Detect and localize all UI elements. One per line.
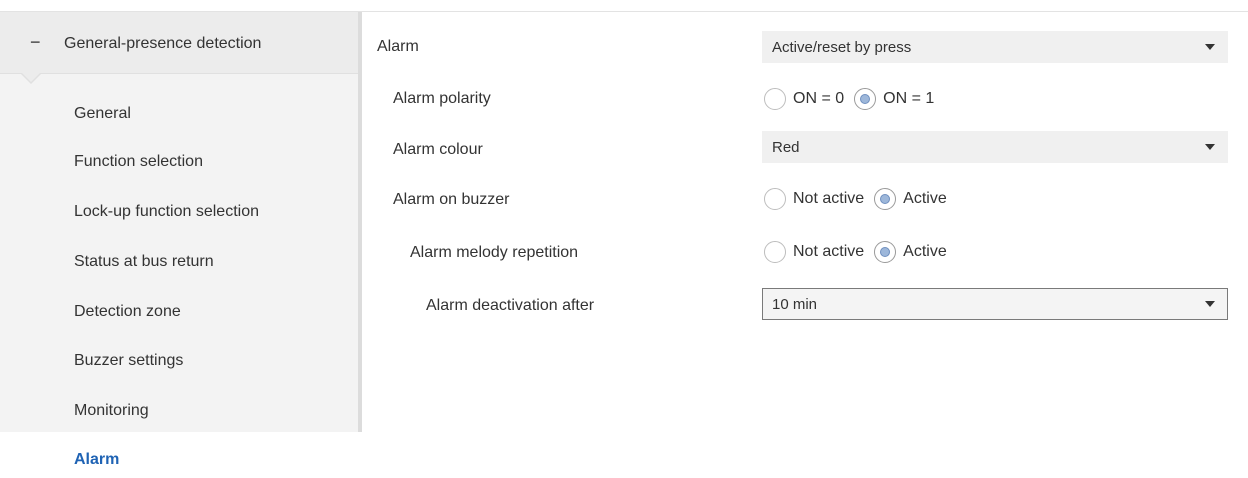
chevron-down-icon xyxy=(1205,44,1215,50)
alarm-polarity-label: Alarm polarity xyxy=(393,90,491,107)
radio-unchecked-icon[interactable] xyxy=(764,188,786,210)
radio-label: ON = 1 xyxy=(883,90,935,107)
sidebar-item-buzzer-settings[interactable]: Buzzer settings xyxy=(74,351,183,371)
radio-checked-icon[interactable] xyxy=(874,241,897,263)
sidebar: − General-presence detection General Fun… xyxy=(0,12,362,478)
radio-checked-icon[interactable] xyxy=(874,188,897,210)
alarm-on-buzzer-option-active[interactable]: Active xyxy=(874,188,947,210)
radio-checked-icon[interactable] xyxy=(854,88,877,110)
alarm-melody-repetition-label: Alarm melody repetition xyxy=(410,244,579,261)
sidebar-item-monitoring[interactable]: Monitoring xyxy=(74,401,149,421)
alarm-on-buzzer-label: Alarm on buzzer xyxy=(393,191,510,208)
alarm-polarity-radio-group: ON = 0 ON = 1 xyxy=(764,87,944,111)
alarm-melody-repetition-option-active[interactable]: Active xyxy=(874,241,947,263)
chevron-down-icon xyxy=(1205,144,1215,150)
sidebar-border xyxy=(358,12,362,432)
top-divider xyxy=(0,0,1248,12)
sidebar-item-alarm[interactable]: Alarm xyxy=(74,450,119,470)
collapse-icon[interactable]: − xyxy=(30,32,41,52)
alarm-polarity-option-on-0[interactable]: ON = 0 xyxy=(764,88,844,110)
alarm-colour-dropdown-value: Red xyxy=(772,139,800,156)
alarm-deactivation-after-dropdown[interactable]: 10 min xyxy=(762,288,1228,320)
radio-label: Active xyxy=(903,190,947,207)
alarm-on-buzzer-option-not-active[interactable]: Not active xyxy=(764,188,864,210)
alarm-colour-label: Alarm colour xyxy=(393,141,483,158)
radio-label: Active xyxy=(903,243,947,260)
alarm-deactivation-after-label: Alarm deactivation after xyxy=(426,297,595,314)
radio-label: Not active xyxy=(793,190,865,207)
sidebar-active-background xyxy=(0,432,362,478)
radio-unchecked-icon[interactable] xyxy=(764,88,786,110)
sidebar-item-lock-up-function-selection[interactable]: Lock-up function selection xyxy=(74,202,259,222)
sidebar-item-general[interactable]: General xyxy=(74,104,131,124)
radio-label: ON = 0 xyxy=(793,90,845,107)
radio-unchecked-icon[interactable] xyxy=(764,241,786,263)
sidebar-group-label: General-presence detection xyxy=(64,35,262,52)
alarm-dropdown-value: Active/reset by press xyxy=(772,39,912,56)
alarm-polarity-option-on-1[interactable]: ON = 1 xyxy=(854,88,934,110)
alarm-on-buzzer-radio-group: Not active Active xyxy=(764,187,957,211)
alarm-label: Alarm xyxy=(377,38,419,55)
alarm-deactivation-after-dropdown-value: 10 min xyxy=(772,296,818,313)
radio-label: Not active xyxy=(793,243,865,260)
alarm-melody-repetition-option-not-active[interactable]: Not active xyxy=(764,241,864,263)
sidebar-item-detection-zone[interactable]: Detection zone xyxy=(74,302,181,322)
sidebar-item-status-at-bus-return[interactable]: Status at bus return xyxy=(74,252,214,272)
alarm-dropdown[interactable]: Active/reset by press xyxy=(762,31,1228,63)
sidebar-group-header[interactable]: − General-presence detection xyxy=(0,12,358,74)
group-pointer xyxy=(22,73,40,82)
alarm-melody-repetition-radio-group: Not active Active xyxy=(764,240,957,264)
alarm-colour-dropdown[interactable]: Red xyxy=(762,131,1228,163)
sidebar-item-function-selection[interactable]: Function selection xyxy=(74,152,203,172)
chevron-down-icon xyxy=(1205,301,1215,307)
